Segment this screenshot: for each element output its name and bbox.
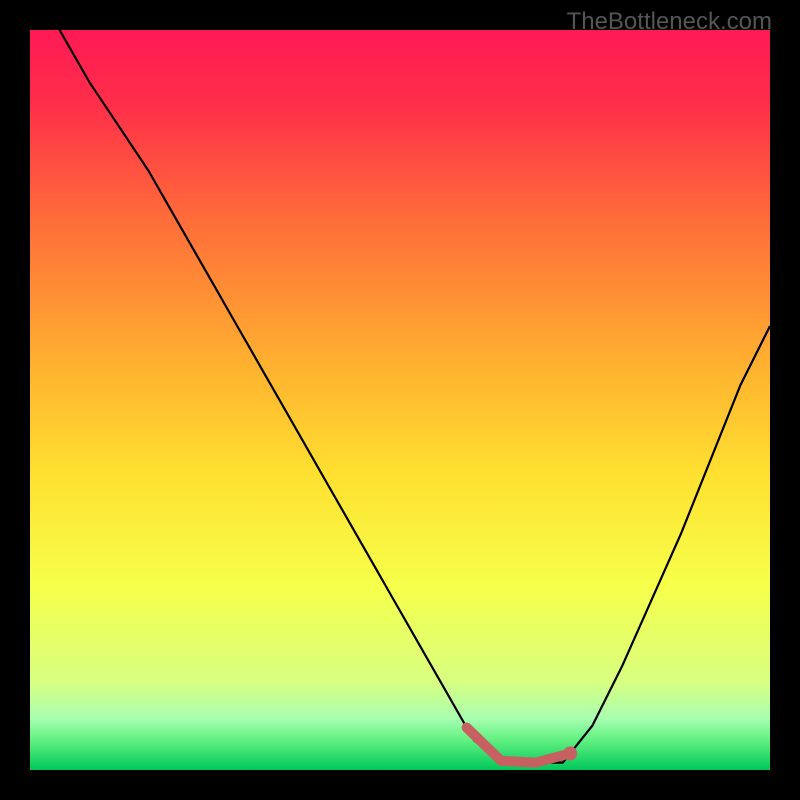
highlight-segment (467, 728, 571, 763)
chart-svg (30, 30, 770, 770)
highlight-dot (563, 746, 577, 760)
bottleneck-curve (60, 30, 770, 763)
chart-area (30, 30, 770, 770)
